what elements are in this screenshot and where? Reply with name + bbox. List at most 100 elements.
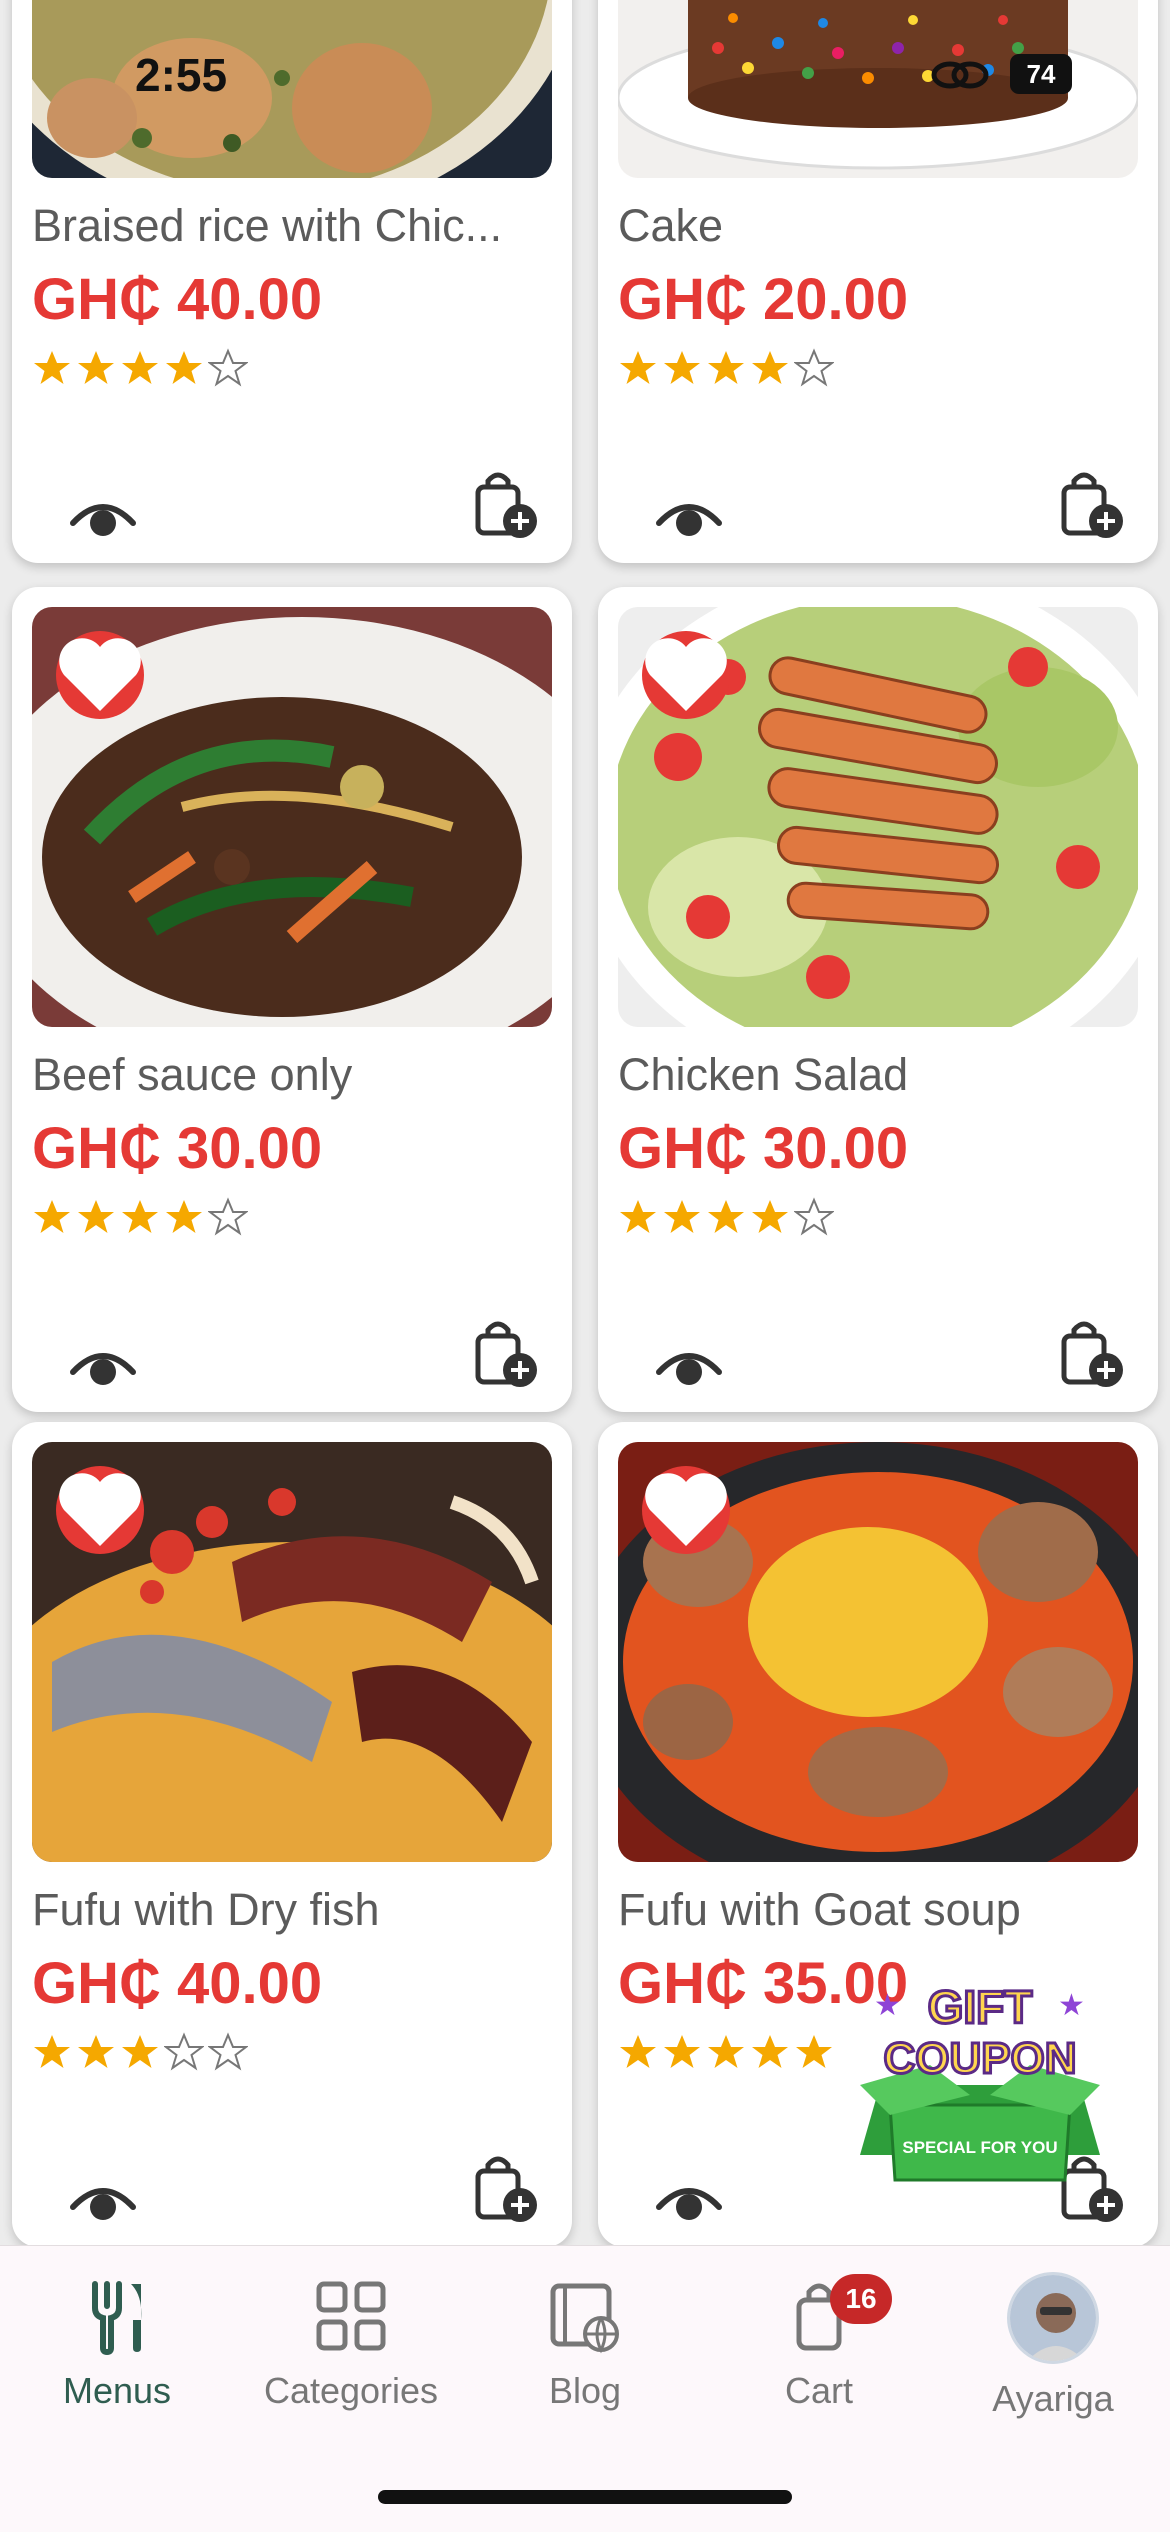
coupon-line1: GIFT [928,1981,1033,2033]
favorite-button[interactable] [56,631,144,719]
star-decoration-icon: ★ [874,1988,901,2023]
menu-card[interactable]: Fufu with Dry fish GH₵ 40.00 [12,1422,572,2247]
star-filled-icon [796,2035,832,2068]
star-decoration-icon: ★ [1058,1988,1085,2023]
star-filled-icon [122,1200,158,1233]
gift-coupon-button[interactable]: SPECIAL FOR YOU GIFT COUPON ★ ★ [850,1975,1110,2190]
menu-grid: Braised rice with Chic... GH₵ 40.00 Cake… [0,0,1170,2247]
star-empty-icon [208,2032,248,2071]
rating-stars [32,1197,248,1237]
food-name: Beef sauce only [32,1049,353,1100]
nav-label: Cart [784,2370,853,2411]
food-price: GH₵ 30.00 [618,1116,909,1181]
food-name: Fufu with Dry fish [32,1884,380,1935]
bag-plus-icon[interactable] [1058,1320,1128,1390]
star-filled-icon [752,2035,788,2068]
bag-plus-icon[interactable] [472,1320,542,1390]
food-name: Chicken Salad [618,1049,909,1100]
star-filled-icon [664,2035,700,2068]
star-filled-icon [752,1200,788,1233]
star-filled-icon [620,351,656,384]
food-name: Fufu with Goat soup [618,1884,1021,1935]
food-image[interactable] [32,1442,552,1862]
food-price: GH₵ 40.00 [32,1951,323,2016]
eye-icon[interactable] [654,493,724,543]
heart-icon [645,638,727,711]
favorite-button[interactable] [642,631,730,719]
star-filled-icon [664,1200,700,1233]
favorite-button[interactable] [56,1466,144,1554]
star-empty-icon [794,1197,834,1236]
food-price: GH₵ 30.00 [32,1116,323,1181]
menu-card[interactable]: Chicken Salad GH₵ 30.00 [598,587,1158,1412]
nav-categories[interactable]: Categories [234,2276,468,2456]
heart-icon [59,638,141,711]
grid-icon [316,2281,386,2351]
star-empty-icon [208,348,248,387]
star-filled-icon [664,351,700,384]
menu-card[interactable]: Beef sauce only GH₵ 30.00 [12,587,572,1412]
star-filled-icon [708,2035,744,2068]
menu-card[interactable]: Braised rice with Chic... GH₵ 40.00 [12,0,572,563]
cart-count-badge: 16 [830,2274,892,2324]
star-filled-icon [122,351,158,384]
star-filled-icon [78,1200,114,1233]
eye-icon[interactable] [68,1342,138,1392]
nav-label: Menus [62,2370,172,2411]
star-filled-icon [78,351,114,384]
nav-label: Blog [548,2370,622,2411]
eye-icon[interactable] [654,1342,724,1392]
star-filled-icon [620,2035,656,2068]
avatar [1007,2272,1099,2364]
rating-stars [32,348,248,388]
food-price: GH₵ 40.00 [32,267,323,332]
bag-plus-icon[interactable] [1058,471,1128,541]
nav-blog[interactable]: Blog [468,2276,702,2456]
eye-icon[interactable] [68,493,138,543]
food-image[interactable] [618,1442,1138,1862]
eye-icon[interactable] [68,2177,138,2227]
home-indicator [378,2490,792,2504]
food-image[interactable] [32,0,552,178]
star-filled-icon [34,2035,70,2068]
star-filled-icon [166,351,202,384]
book-globe-icon [550,2283,619,2354]
food-image[interactable] [618,0,1138,178]
coupon-line2: COUPON [883,2034,1076,2083]
nav-label: Ayariga [992,2378,1114,2419]
food-name: Cake [618,200,724,251]
nav-label: Categories [263,2370,439,2411]
star-filled-icon [620,1200,656,1233]
coupon-tagline: SPECIAL FOR YOU [902,2138,1057,2157]
rating-stars [618,348,834,388]
bottom-navigation: Menus Categories Blog 16 Cart Ayariga [0,2245,1170,2532]
star-empty-icon [794,348,834,387]
eye-icon[interactable] [654,2177,724,2227]
rating-stars [618,1197,834,1237]
heart-icon [645,1473,727,1546]
rating-stars [618,2032,834,2072]
food-name: Braised rice with Chic... [32,200,503,251]
bag-plus-icon[interactable] [472,2155,542,2225]
star-filled-icon [166,1200,202,1233]
nav-menus[interactable]: Menus [0,2276,234,2456]
food-image[interactable] [618,607,1138,1027]
star-filled-icon [708,351,744,384]
food-price: GH₵ 20.00 [618,267,909,332]
menu-card[interactable]: Cake GH₵ 20.00 [598,0,1158,563]
star-filled-icon [708,1200,744,1233]
star-filled-icon [752,351,788,384]
heart-icon [59,1473,141,1546]
nav-profile[interactable]: Ayariga [936,2272,1170,2456]
food-image[interactable] [32,607,552,1027]
star-filled-icon [78,2035,114,2068]
fork-knife-icon [92,2281,142,2356]
star-filled-icon [122,2035,158,2068]
bag-plus-icon[interactable] [472,471,542,541]
star-filled-icon [34,351,70,384]
favorite-button[interactable] [642,1466,730,1554]
star-empty-icon [164,2032,204,2071]
nav-cart[interactable]: 16 Cart [702,2274,936,2456]
star-filled-icon [34,1200,70,1233]
star-empty-icon [208,1197,248,1236]
